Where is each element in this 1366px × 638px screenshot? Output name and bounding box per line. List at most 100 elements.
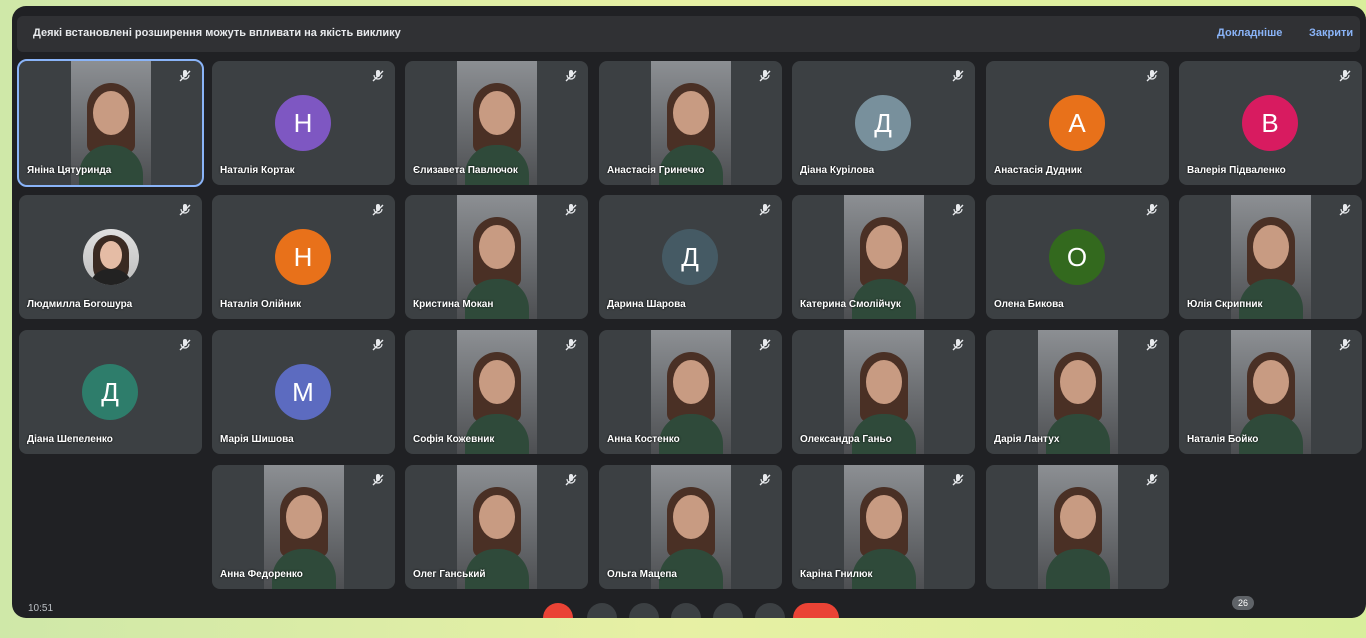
participant-tile[interactable]: Анастасія Гринечко xyxy=(599,61,782,185)
mic-muted-icon xyxy=(1338,69,1352,83)
mic-muted-icon xyxy=(1145,338,1159,352)
mic-muted-icon xyxy=(371,338,385,352)
participant-name: Анастасія Дудник xyxy=(994,165,1082,176)
participant-tile[interactable]: В Валерія Підваленко xyxy=(1179,61,1362,185)
participant-name: Анна Федоренко xyxy=(220,569,303,580)
mic-muted-icon xyxy=(951,203,965,217)
participant-tile[interactable]: Катерина Смолійчук xyxy=(792,195,975,319)
participant-name: Катерина Смолійчук xyxy=(800,299,901,310)
participant-name: Людмилла Богошура xyxy=(27,299,133,310)
participant-tile[interactable]: Каріна Гнилюк xyxy=(792,465,975,589)
banner-text: Деякі встановлені розширення можуть впли… xyxy=(33,27,401,39)
participant-tile[interactable] xyxy=(986,465,1169,589)
participant-tile[interactable]: Людмилла Богошура xyxy=(19,195,202,319)
participant-avatar: М xyxy=(275,364,331,420)
mic-toggle-button[interactable] xyxy=(543,603,573,618)
participant-name: Софія Кожевник xyxy=(413,434,495,445)
mic-muted-icon xyxy=(951,473,965,487)
participant-avatar: А xyxy=(1049,95,1105,151)
participant-tile[interactable]: Д Діана Курілова xyxy=(792,61,975,185)
host-controls-icon[interactable] xyxy=(1336,605,1350,618)
close-banner-link[interactable]: Закрити xyxy=(1309,27,1353,39)
present-screen-button[interactable] xyxy=(713,603,743,618)
participant-name: Яніна Цятуринда xyxy=(27,165,112,176)
participant-name: Наталія Кортак xyxy=(220,165,295,176)
participant-avatar: Д xyxy=(855,95,911,151)
participant-tile[interactable]: О Олена Бикова xyxy=(986,195,1169,319)
mic-muted-icon xyxy=(1145,203,1159,217)
participant-name: Дарія Лантух xyxy=(994,434,1060,445)
participant-tile[interactable]: Олександра Ганьо xyxy=(792,330,975,454)
participant-name: Єлизавета Павлючок xyxy=(413,165,518,176)
reactions-button[interactable] xyxy=(671,603,701,618)
more-options-button[interactable] xyxy=(755,603,785,618)
chat-icon[interactable] xyxy=(1260,605,1274,618)
participant-tile[interactable]: Олег Ганський xyxy=(405,465,588,589)
leave-call-button[interactable] xyxy=(793,603,839,618)
mic-muted-icon xyxy=(951,69,965,83)
participant-name: Валерія Підваленко xyxy=(1187,165,1286,176)
participant-profile-photo xyxy=(83,229,139,285)
mic-muted-icon xyxy=(758,338,772,352)
participant-name: Олег Ганський xyxy=(413,569,486,580)
mic-muted-icon xyxy=(564,473,578,487)
participant-tile[interactable]: Н Наталія Олійник xyxy=(212,195,395,319)
participant-name: Наталія Бойко xyxy=(1187,434,1259,445)
mic-muted-icon xyxy=(758,203,772,217)
participants-count-badge: 26 xyxy=(1232,596,1254,610)
participant-tile[interactable]: Софія Кожевник xyxy=(405,330,588,454)
mic-muted-icon xyxy=(1338,338,1352,352)
participant-avatar: О xyxy=(1049,229,1105,285)
mic-muted-icon xyxy=(1145,473,1159,487)
participant-name: Діана Курілова xyxy=(800,165,875,176)
participant-tile[interactable]: Яніна Цятуринда xyxy=(17,59,204,187)
participant-tile[interactable]: Юлія Скрипник xyxy=(1179,195,1362,319)
captions-button[interactable] xyxy=(629,603,659,618)
participant-name: Кристина Мокан xyxy=(413,299,494,310)
participant-name: Каріна Гнилюк xyxy=(800,569,873,580)
participant-name: Діана Шепеленко xyxy=(27,434,113,445)
participant-name: Наталія Олійник xyxy=(220,299,302,310)
mic-muted-icon xyxy=(564,69,578,83)
participant-tile[interactable]: Анна Федоренко xyxy=(212,465,395,589)
participant-avatar: Д xyxy=(82,364,138,420)
participant-tile[interactable]: Н Наталія Кортак xyxy=(212,61,395,185)
mic-muted-icon xyxy=(178,69,192,83)
participant-tile[interactable]: Кристина Мокан xyxy=(405,195,588,319)
mic-muted-icon xyxy=(951,338,965,352)
participant-name: Олександра Ганьо xyxy=(800,434,892,445)
mic-muted-icon xyxy=(371,69,385,83)
participant-tile[interactable]: Ольга Мацепа xyxy=(599,465,782,589)
participant-tile[interactable]: Д Діана Шепеленко xyxy=(19,330,202,454)
participant-avatar: Н xyxy=(275,229,331,285)
participant-tile[interactable]: Д Дарина Шарова xyxy=(599,195,782,319)
learn-more-link[interactable]: Докладніше xyxy=(1217,27,1282,39)
mic-muted-icon xyxy=(758,69,772,83)
mic-muted-icon xyxy=(178,203,192,217)
participant-video-feed xyxy=(1037,465,1118,589)
meeting-window: Деякі встановлені розширення можуть впли… xyxy=(12,6,1366,618)
participant-tile[interactable]: Дарія Лантух xyxy=(986,330,1169,454)
camera-toggle-button[interactable] xyxy=(587,603,617,618)
participant-name: Анастасія Гринечко xyxy=(607,165,705,176)
info-icon[interactable] xyxy=(1184,605,1198,618)
participant-tile[interactable]: Анна Костенко xyxy=(599,330,782,454)
mic-muted-icon xyxy=(564,203,578,217)
mic-muted-icon xyxy=(1338,203,1352,217)
mic-muted-icon xyxy=(564,338,578,352)
participant-name: Дарина Шарова xyxy=(607,299,686,310)
meeting-clock: 10:51 xyxy=(28,603,54,614)
mic-muted-icon xyxy=(1145,69,1159,83)
participant-name: Ольга Мацепа xyxy=(607,569,677,580)
participant-name: Юлія Скрипник xyxy=(1187,299,1263,310)
participant-tile[interactable]: Єлизавета Павлючок xyxy=(405,61,588,185)
participant-name: Марія Шишова xyxy=(220,434,294,445)
participant-tile[interactable]: М Марія Шишова xyxy=(212,330,395,454)
participant-tile[interactable]: А Анастасія Дудник xyxy=(986,61,1169,185)
participant-avatar: В xyxy=(1242,95,1298,151)
participant-avatar: Д xyxy=(662,229,718,285)
participant-tile[interactable]: Наталія Бойко xyxy=(1179,330,1362,454)
mic-muted-icon xyxy=(178,338,192,352)
activities-icon[interactable] xyxy=(1298,605,1312,618)
participant-avatar: Н xyxy=(275,95,331,151)
